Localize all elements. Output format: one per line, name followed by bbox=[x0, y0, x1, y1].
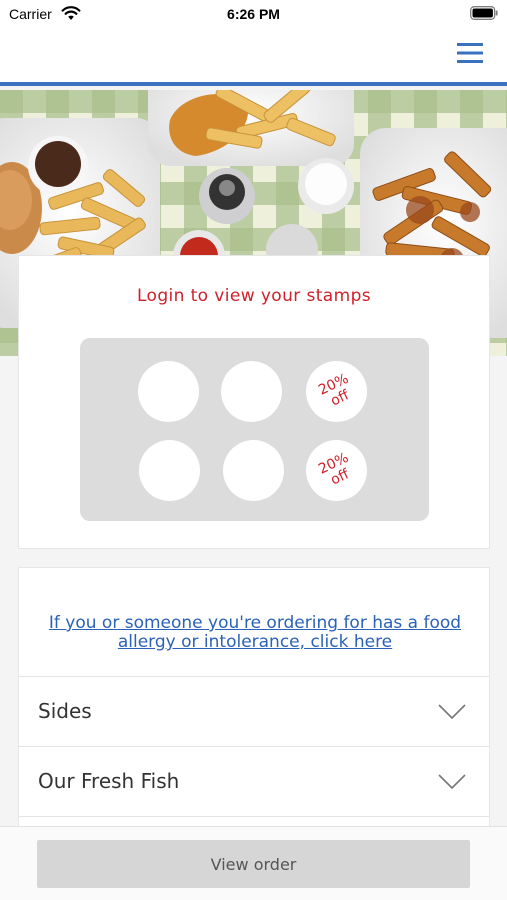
category-row-our-fresh-fish[interactable]: Our Fresh Fish bbox=[19, 746, 489, 816]
stamp-card: Login to view your stamps 20% off 20% of… bbox=[18, 255, 490, 549]
stamp-empty bbox=[221, 361, 282, 422]
stamp-reward: 20% off bbox=[306, 440, 367, 501]
stamp-empty bbox=[138, 361, 199, 422]
stamp-empty bbox=[139, 440, 200, 501]
chevron-down-icon bbox=[438, 774, 466, 790]
stamp-empty bbox=[223, 440, 284, 501]
status-bar: Carrier 6:26 PM bbox=[0, 0, 507, 30]
stamp-reward: 20% off bbox=[306, 361, 367, 422]
app-header bbox=[0, 30, 507, 86]
category-row-sides[interactable]: Sides bbox=[19, 676, 489, 746]
hamburger-menu-icon[interactable] bbox=[457, 42, 483, 64]
chevron-down-icon bbox=[438, 704, 466, 720]
battery-icon bbox=[470, 6, 498, 20]
reward-label: 20% off bbox=[315, 370, 352, 409]
reward-label: 20% off bbox=[315, 449, 352, 488]
clock: 6:26 PM bbox=[227, 6, 280, 22]
menu-card: If you or someone you're ordering for ha… bbox=[18, 567, 490, 867]
category-label: Sides bbox=[38, 699, 92, 723]
bottom-bar: View order bbox=[0, 826, 507, 900]
allergy-info-link[interactable]: If you or someone you're ordering for ha… bbox=[39, 614, 471, 652]
view-order-button[interactable]: View order bbox=[37, 840, 470, 888]
stamp-card-title[interactable]: Login to view your stamps bbox=[19, 286, 489, 306]
category-label: Our Fresh Fish bbox=[38, 769, 180, 793]
stamp-grid: 20% off 20% off bbox=[80, 338, 429, 521]
